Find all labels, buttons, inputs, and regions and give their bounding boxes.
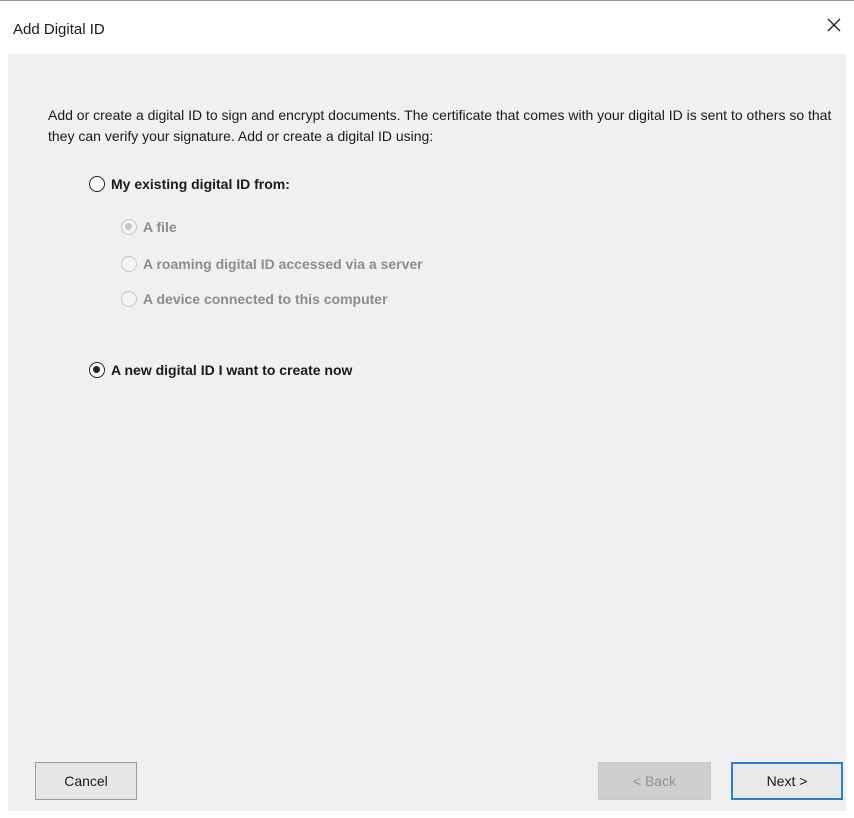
radio-button-icon[interactable] xyxy=(89,176,105,192)
back-button[interactable]: < Back xyxy=(598,762,711,800)
close-button[interactable] xyxy=(820,13,848,41)
content-panel xyxy=(8,54,846,811)
radio-sub-label: A device connected to this computer xyxy=(143,291,388,307)
radio-create-new-label: A new digital ID I want to create now xyxy=(111,362,353,378)
add-digital-id-dialog: Add Digital ID Add or create a digital I… xyxy=(0,0,854,818)
radio-button-icon[interactable] xyxy=(89,362,105,378)
radio-existing-label: My existing digital ID from: xyxy=(111,176,290,192)
radio-sub-device[interactable]: A device connected to this computer xyxy=(121,291,388,307)
radio-create-new-digital-id[interactable]: A new digital ID I want to create now xyxy=(89,362,352,378)
intro-text: Add or create a digital ID to sign and e… xyxy=(48,107,832,144)
radio-button-icon[interactable] xyxy=(121,256,137,272)
radio-sub-label: A file xyxy=(143,219,177,235)
cancel-button[interactable]: Cancel xyxy=(35,762,137,800)
title-bar: Add Digital ID xyxy=(0,1,854,53)
next-button[interactable]: Next > xyxy=(731,762,843,800)
radio-button-icon[interactable] xyxy=(121,219,137,235)
radio-sub-roaming[interactable]: A roaming digital ID accessed via a serv… xyxy=(121,256,423,272)
close-icon xyxy=(826,17,842,38)
radio-existing-digital-id[interactable]: My existing digital ID from: xyxy=(89,176,290,192)
radio-button-icon[interactable] xyxy=(121,291,137,307)
dialog-title: Add Digital ID xyxy=(13,21,105,38)
radio-sub-file[interactable]: A file xyxy=(121,219,177,235)
radio-sub-label: A roaming digital ID accessed via a serv… xyxy=(143,256,423,272)
